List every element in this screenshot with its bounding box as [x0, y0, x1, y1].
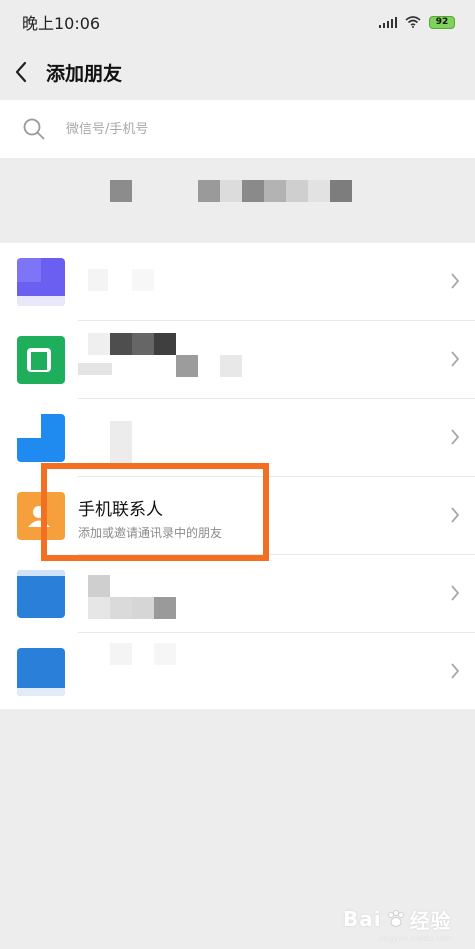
- option-icon: [17, 648, 65, 696]
- wifi-icon: [405, 16, 421, 28]
- search-bar[interactable]: [0, 100, 475, 158]
- watermark-url: jingyan.baidu.com: [379, 934, 453, 943]
- list-item[interactable]: [0, 321, 475, 399]
- option-icon: [17, 570, 65, 618]
- list-item[interactable]: [0, 243, 475, 321]
- status-time: 晚上10:06: [22, 14, 101, 33]
- nav-bar: 添加朋友: [0, 44, 475, 100]
- status-bar: 晚上10:06 92: [0, 0, 475, 44]
- back-icon[interactable]: [14, 60, 34, 84]
- page-title: 添加朋友: [46, 62, 123, 85]
- phone-contacts-subtitle: 添加或邀请通讯录中的朋友: [78, 526, 223, 540]
- baidu-watermark: Bai 经验 jingyan.baidu.com: [343, 901, 453, 943]
- paw-icon: [387, 910, 404, 927]
- watermark-text: Bai: [343, 907, 382, 931]
- watermark-suffix: 经验: [409, 908, 452, 933]
- my-id-blurred[interactable]: [0, 158, 475, 222]
- signal-icon: [379, 16, 397, 28]
- chevron-right-icon: [451, 663, 460, 679]
- search-icon: [23, 118, 45, 140]
- chevron-right-icon: [451, 273, 460, 289]
- battery-icon: 92: [429, 15, 455, 29]
- chevron-right-icon: [451, 585, 460, 601]
- chevron-right-icon: [451, 507, 460, 523]
- chevron-right-icon: [451, 351, 460, 367]
- add-friend-options-list: 手机联系人 添加或邀请通讯录中的朋友: [0, 243, 475, 709]
- phone-contacts-title: 手机联系人: [78, 500, 163, 520]
- list-item[interactable]: [0, 399, 475, 477]
- option-icon: [17, 258, 65, 306]
- list-item[interactable]: [0, 633, 475, 711]
- option-icon: [17, 414, 65, 462]
- option-icon: [17, 336, 65, 384]
- phone-contacts-item[interactable]: 手机联系人 添加或邀请通讯录中的朋友: [0, 477, 475, 555]
- status-icons: 92: [379, 15, 455, 29]
- chevron-right-icon: [451, 429, 460, 445]
- phone-contacts-icon: [17, 492, 65, 540]
- list-item[interactable]: [0, 555, 475, 633]
- search-input[interactable]: [66, 121, 446, 137]
